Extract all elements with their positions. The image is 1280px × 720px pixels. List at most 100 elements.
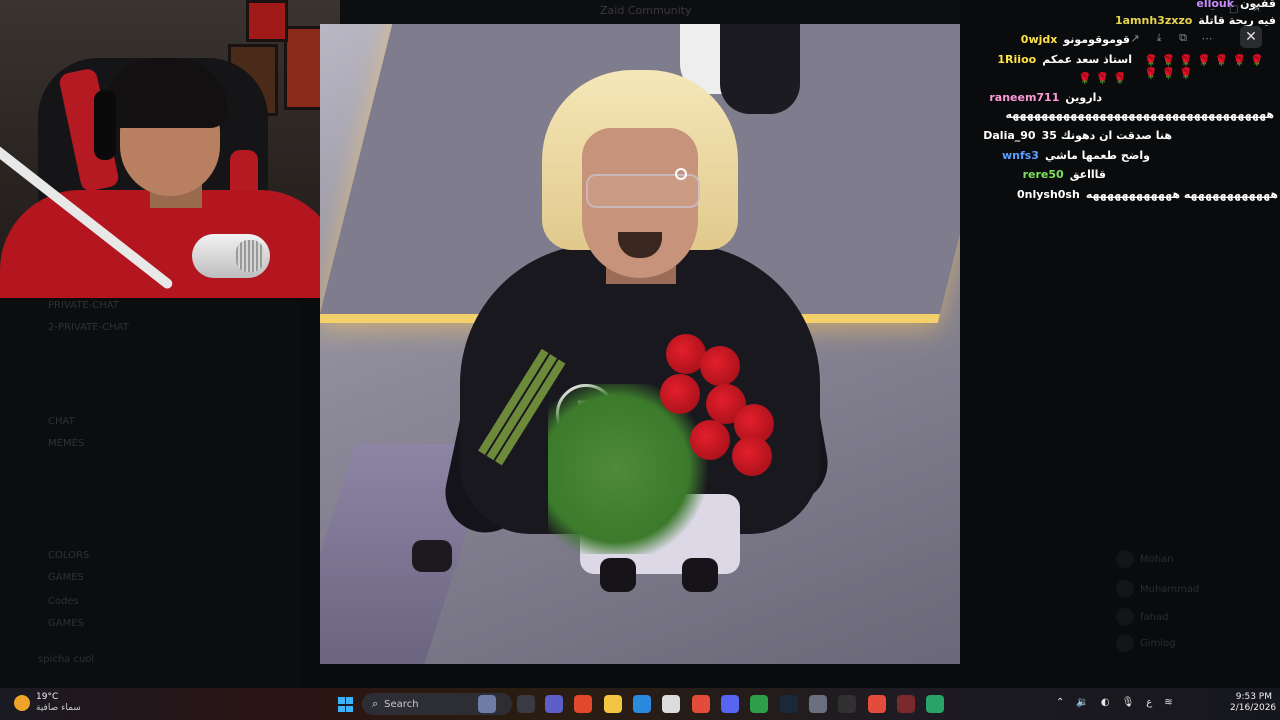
background-channel[interactable]: CHAT (48, 416, 75, 427)
task-view-icon[interactable] (517, 695, 535, 713)
teams-icon[interactable] (545, 695, 563, 713)
chat-username: wnfs3 (1001, 149, 1039, 162)
background-channel[interactable]: Codes (48, 596, 79, 607)
clock-time: 9:53 PM (1235, 692, 1272, 702)
rose-emote-row: 🌹🌹🌹🌹🌹🌹🌹🌹🌹🌹 (1144, 54, 1268, 80)
volume-icon[interactable]: 🔉 (1076, 697, 1088, 708)
chat-message: 1Riioo استاذ سعد عمكم (997, 53, 1132, 71)
chat-username: rere50 (1022, 168, 1064, 181)
chat-text: هنا صدقت ان دهونك 35 (1041, 129, 1172, 142)
system-tray: ⌃ 🔉 ◐ 🎙 ع ≋ (1056, 697, 1173, 708)
background-member[interactable]: Muhammad (1140, 584, 1199, 595)
background-window-title: Zaid Community (600, 4, 692, 17)
chat-username: raneem711 (989, 91, 1060, 104)
chat-message: wnfs3 واضح طعمها ماشي (1002, 149, 1150, 167)
xbox-icon[interactable] (750, 695, 768, 713)
chat-username: 1amnh3zxzo (1114, 14, 1193, 27)
red-rose (732, 436, 772, 476)
chat-username: 0wjdx (1020, 33, 1058, 46)
download-icon[interactable]: ⤓ (1150, 29, 1168, 47)
discord-icon[interactable] (721, 695, 739, 713)
chat-username: 0nlysh0sh (1016, 188, 1080, 201)
chat-username: 1Riioo (997, 53, 1037, 66)
background-user-status: spicha cuol (38, 654, 95, 665)
chat-text: ههههههههههههه ههههههههههههه (1085, 188, 1278, 201)
chat-message-continuation: ههههههههههههههههههههههههههههههههههههه (1005, 108, 1274, 121)
photo-background-person (720, 24, 800, 114)
wifi-icon[interactable]: ≋ (1164, 697, 1172, 708)
office-icon[interactable] (574, 695, 592, 713)
store-icon[interactable] (662, 695, 680, 713)
chat-text: واضح طعمها ماشي (1044, 149, 1150, 162)
settings-icon[interactable] (809, 695, 827, 713)
background-channel-list: PRIVATE-CHAT 2-PRIVATE-CHAT CHAT MEMES C… (0, 300, 300, 688)
background-channel[interactable]: 2-PRIVATE-CHAT (48, 322, 129, 333)
chrome-profile-icon[interactable] (868, 695, 886, 713)
chat-text: قاااعق (1069, 168, 1106, 181)
background-channel[interactable]: GAMES (48, 618, 84, 629)
close-image-button[interactable]: ✕ (1240, 26, 1262, 48)
network-icon[interactable]: ◐ (1101, 697, 1110, 708)
chat-message: 0nlysh0sh ههههههههههههه ههههههههههههه (1017, 188, 1278, 206)
maximize-button[interactable]: □ (1229, 4, 1238, 15)
background-member[interactable]: fahad (1140, 612, 1168, 623)
weather-description: سماء صافية (36, 703, 81, 713)
member-avatar (1116, 550, 1134, 568)
image-viewer-toolbar: ↗ ⤓ ⧉ ⋯ (1126, 28, 1230, 48)
photo-person-shoe (600, 558, 636, 592)
background-channel[interactable]: MEMES (48, 438, 84, 449)
wall-poster (246, 0, 288, 42)
window-controls: – □ ✕ (1210, 4, 1261, 15)
file-explorer-icon[interactable] (604, 695, 622, 713)
edge-icon[interactable] (633, 695, 651, 713)
weather-sun-icon (14, 695, 30, 711)
app-icon[interactable] (926, 695, 944, 713)
clock-date: 2/16/2026 (1230, 703, 1277, 713)
chat-text: قوموقومونو (1063, 33, 1130, 46)
chat-text: فيه ريحة قاتلة (1198, 14, 1276, 27)
minimize-button[interactable]: – (1210, 4, 1215, 15)
background-member[interactable]: Mohan (1140, 554, 1174, 565)
stream-chat-overlay: ellouk قفبون 1amnh3zxzo فيه ريحة قاتلة 0wj… (960, 0, 1280, 205)
chevron-up-icon[interactable]: ⌃ (1056, 697, 1064, 708)
search-icon: ⌕ (372, 697, 379, 710)
red-rose (690, 420, 730, 460)
headset (94, 90, 116, 160)
share-icon[interactable]: ↗ (1126, 29, 1144, 47)
open-external-icon[interactable]: ⧉ (1174, 29, 1192, 47)
red-rose (700, 346, 740, 386)
member-avatar (1116, 608, 1134, 626)
obs-icon[interactable] (838, 695, 856, 713)
mouse-cursor-icon (675, 168, 687, 180)
weather-temperature: 19°C (36, 692, 59, 702)
taskbar-widget-icon[interactable] (478, 695, 496, 713)
background-member[interactable]: Gimlog (1140, 638, 1176, 649)
app-icon[interactable] (897, 695, 915, 713)
windows-start-icon[interactable] (338, 697, 353, 712)
window-close-button[interactable]: ✕ (1252, 4, 1260, 15)
webcam-overlay (0, 0, 340, 298)
background-channel[interactable]: GAMES (48, 572, 84, 583)
steam-icon[interactable] (780, 695, 798, 713)
chat-text: داروين (1065, 91, 1102, 104)
weather-widget[interactable]: 19°C سماء صافية (14, 692, 81, 714)
chat-message: raneem711 داروين (989, 91, 1102, 109)
photo-person-shoe (682, 558, 718, 592)
shared-photo: P (320, 24, 960, 664)
chat-message: rere50 قاااعق (1023, 168, 1106, 186)
red-rose (660, 374, 700, 414)
taskbar-clock[interactable]: 9:53 PM 2/16/2026 (1230, 692, 1277, 714)
rose-emote-row: 🌹🌹🌹 (1078, 72, 1132, 85)
background-channel[interactable]: COLORS (48, 550, 89, 561)
microphone-grille (236, 240, 264, 272)
photo-side-person-shoe (412, 540, 452, 572)
language-indicator[interactable]: ع (1146, 697, 1152, 708)
microphone-icon[interactable]: 🎙 (1122, 697, 1135, 708)
background-channel[interactable]: PRIVATE-CHAT (48, 300, 119, 311)
chat-username: Dalia_90 (983, 129, 1036, 142)
chrome-icon[interactable] (692, 695, 710, 713)
more-icon[interactable]: ⋯ (1198, 29, 1216, 47)
member-avatar (1116, 634, 1134, 652)
chat-message: Dalia_90 هنا صدقت ان دهونك 35 (983, 129, 1172, 147)
search-placeholder: Search (384, 698, 419, 710)
